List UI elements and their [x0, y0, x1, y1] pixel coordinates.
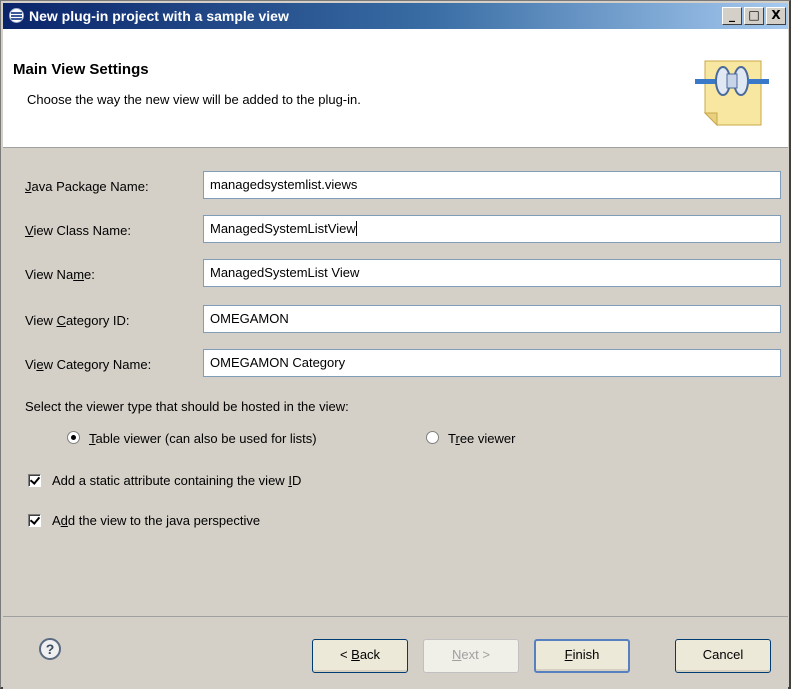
- next-button[interactable]: Next >: [423, 639, 519, 673]
- tree-viewer-radio[interactable]: [426, 431, 439, 444]
- table-viewer-radio[interactable]: [67, 431, 80, 444]
- close-button[interactable]: X: [766, 7, 786, 25]
- static-attribute-label: Add a static attribute containing the vi…: [52, 473, 302, 488]
- category-name-label: View Category Name:: [25, 357, 152, 372]
- window-title: New plug-in project with a sample view: [29, 8, 289, 24]
- cancel-button[interactable]: Cancel: [675, 639, 771, 673]
- page-title: Main View Settings: [13, 61, 149, 78]
- text-cursor: [355, 221, 357, 236]
- package-name-label: Java Package Name:: [25, 179, 149, 194]
- maximize-button[interactable]: □: [744, 7, 764, 25]
- finish-button[interactable]: Finish: [534, 639, 630, 673]
- page-description: Choose the way the new view will be adde…: [27, 92, 361, 107]
- class-name-input[interactable]: ManagedSystemListView: [203, 215, 781, 243]
- view-name-input[interactable]: ManagedSystemList View: [203, 259, 781, 287]
- java-perspective-checkbox[interactable]: [28, 514, 41, 527]
- category-id-input[interactable]: OMEGAMON: [203, 305, 781, 333]
- plug-connector-icon: [695, 60, 769, 127]
- package-name-input[interactable]: managedsystemlist.views: [203, 171, 781, 199]
- wizard-window: New plug-in project with a sample view _…: [0, 0, 791, 689]
- wizard-header: Main View Settings Choose the way the ne…: [3, 29, 788, 148]
- eclipse-app-icon: [9, 8, 24, 23]
- help-icon[interactable]: ?: [39, 638, 61, 660]
- class-name-value: ManagedSystemListView: [210, 221, 356, 236]
- table-viewer-label: Table viewer (can also be used for lists…: [89, 431, 317, 446]
- view-name-label: View Name:: [25, 267, 95, 282]
- minimize-button[interactable]: _: [722, 7, 742, 25]
- tree-viewer-label: Tree viewer: [448, 431, 516, 446]
- static-attribute-checkbox[interactable]: [28, 474, 41, 487]
- category-name-input[interactable]: OMEGAMON Category: [203, 349, 781, 377]
- title-bar[interactable]: New plug-in project with a sample view _…: [3, 3, 788, 29]
- viewer-type-prompt: Select the viewer type that should be ho…: [25, 399, 349, 414]
- class-name-label: View Class Name:: [25, 223, 131, 238]
- category-id-label: View Category ID:: [25, 313, 130, 328]
- java-perspective-label: Add the view to the java perspective: [52, 513, 261, 528]
- back-button[interactable]: < Back: [312, 639, 408, 673]
